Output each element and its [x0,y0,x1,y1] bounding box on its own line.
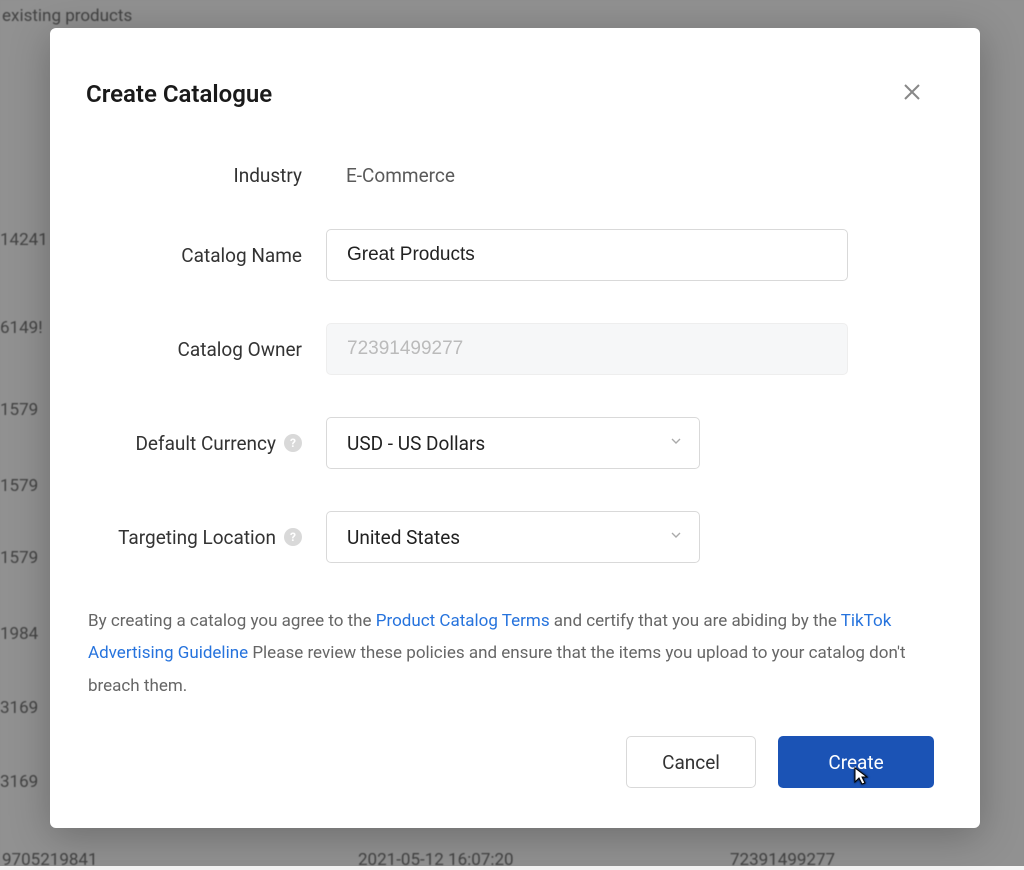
targeting-location-value: United States [347,526,460,549]
default-currency-value: USD - US Dollars [347,432,485,455]
disclaimer-text: By creating a catalog you agree to the P… [86,605,944,702]
modal-footer: Cancel Create [626,736,934,788]
field-catalog-owner: Catalog Owner [86,323,944,375]
modal-title: Create Catalogue [86,80,944,108]
create-button[interactable]: Create [778,736,934,788]
field-catalog-name: Catalog Name [86,229,944,281]
targeting-location-label-text: Targeting Location [118,526,276,549]
catalog-owner-input [326,323,848,375]
disclaimer-part2: and certify that you are abiding by the [550,611,841,631]
close-icon [900,89,924,108]
product-catalog-terms-link[interactable]: Product Catalog Terms [376,611,550,631]
industry-label: Industry [86,164,326,187]
catalog-name-input[interactable] [326,229,848,281]
field-targeting-location: Targeting Location ? United States [86,511,944,563]
help-icon[interactable]: ? [284,434,302,452]
field-industry: Industry E-Commerce [86,164,944,187]
default-currency-select[interactable]: USD - US Dollars [326,417,700,469]
targeting-location-label: Targeting Location ? [86,526,326,549]
field-default-currency: Default Currency ? USD - US Dollars [86,417,944,469]
industry-value: E-Commerce [326,164,455,187]
close-button[interactable] [900,80,932,112]
disclaimer-part1: By creating a catalog you agree to the [88,611,376,631]
cancel-button[interactable]: Cancel [626,736,756,788]
catalog-owner-label: Catalog Owner [86,338,326,361]
catalog-name-label: Catalog Name [86,244,326,267]
cursor-icon [852,766,870,791]
default-currency-label-text: Default Currency [135,432,276,455]
create-catalogue-modal: Create Catalogue Industry E-Commerce Cat… [50,28,980,828]
help-icon[interactable]: ? [284,528,302,546]
targeting-location-select[interactable]: United States [326,511,700,563]
default-currency-label: Default Currency ? [86,432,326,455]
